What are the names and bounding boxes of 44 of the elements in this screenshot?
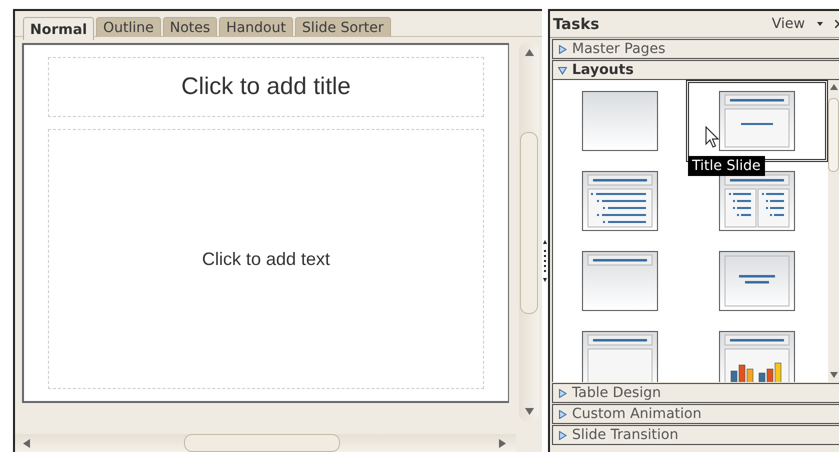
layout-thumbnail[interactable] (582, 91, 658, 151)
layout-thumbnail[interactable] (582, 251, 658, 311)
layout-thumbnail[interactable] (582, 331, 658, 382)
scroll-down-icon[interactable] (524, 408, 534, 415)
view-tab[interactable]: Handout (219, 17, 293, 37)
scroll-thumb[interactable] (520, 132, 538, 314)
horizontal-scrollbar[interactable] (15, 434, 516, 452)
scroll-left-icon[interactable] (23, 438, 30, 448)
section-header[interactable]: Slide Transition (552, 425, 839, 445)
expand-icon (558, 44, 567, 54)
scroll-down-icon[interactable] (830, 372, 838, 378)
vertical-scrollbar[interactable] (828, 80, 839, 382)
view-tab[interactable]: Normal (23, 17, 94, 40)
expand-icon (558, 388, 567, 398)
close-icon[interactable] (835, 20, 839, 28)
layout-thumbnail[interactable] (719, 331, 795, 382)
scroll-right-icon[interactable] (499, 438, 506, 448)
tooltip: Title Slide (688, 156, 765, 176)
layout-thumbnail[interactable] (719, 251, 795, 311)
splitter-handle-icon[interactable] (543, 240, 547, 282)
layout-thumbnail[interactable] (582, 171, 658, 231)
scroll-up-icon[interactable] (524, 49, 534, 56)
section-header[interactable]: Table Design (552, 383, 839, 403)
collapse-icon (558, 66, 567, 74)
dropdown-icon[interactable] (817, 22, 823, 26)
section-header[interactable]: Master Pages (552, 39, 839, 59)
pane-title: Tasks (553, 15, 600, 33)
scroll-up-icon[interactable] (830, 84, 838, 90)
text-placeholder[interactable]: Click to add text (48, 129, 484, 389)
view-tab[interactable]: Notes (162, 17, 218, 37)
title-placeholder[interactable]: Click to add title (48, 57, 484, 117)
layout-thumbnail[interactable] (719, 171, 795, 231)
view-tab[interactable]: Outline (96, 17, 161, 37)
section-header[interactable]: Layouts (552, 60, 839, 80)
view-tab[interactable]: Slide Sorter (294, 17, 391, 37)
scroll-thumb[interactable] (828, 98, 839, 172)
view-menu[interactable]: View (766, 16, 811, 32)
layout-thumbnail[interactable] (719, 91, 795, 151)
mouse-pointer-icon (705, 126, 719, 148)
section-header[interactable]: Custom Animation (552, 404, 839, 424)
vertical-scrollbar[interactable] (519, 43, 539, 421)
scroll-thumb[interactable] (184, 434, 340, 452)
expand-icon (558, 410, 567, 418)
expand-icon (558, 430, 567, 440)
